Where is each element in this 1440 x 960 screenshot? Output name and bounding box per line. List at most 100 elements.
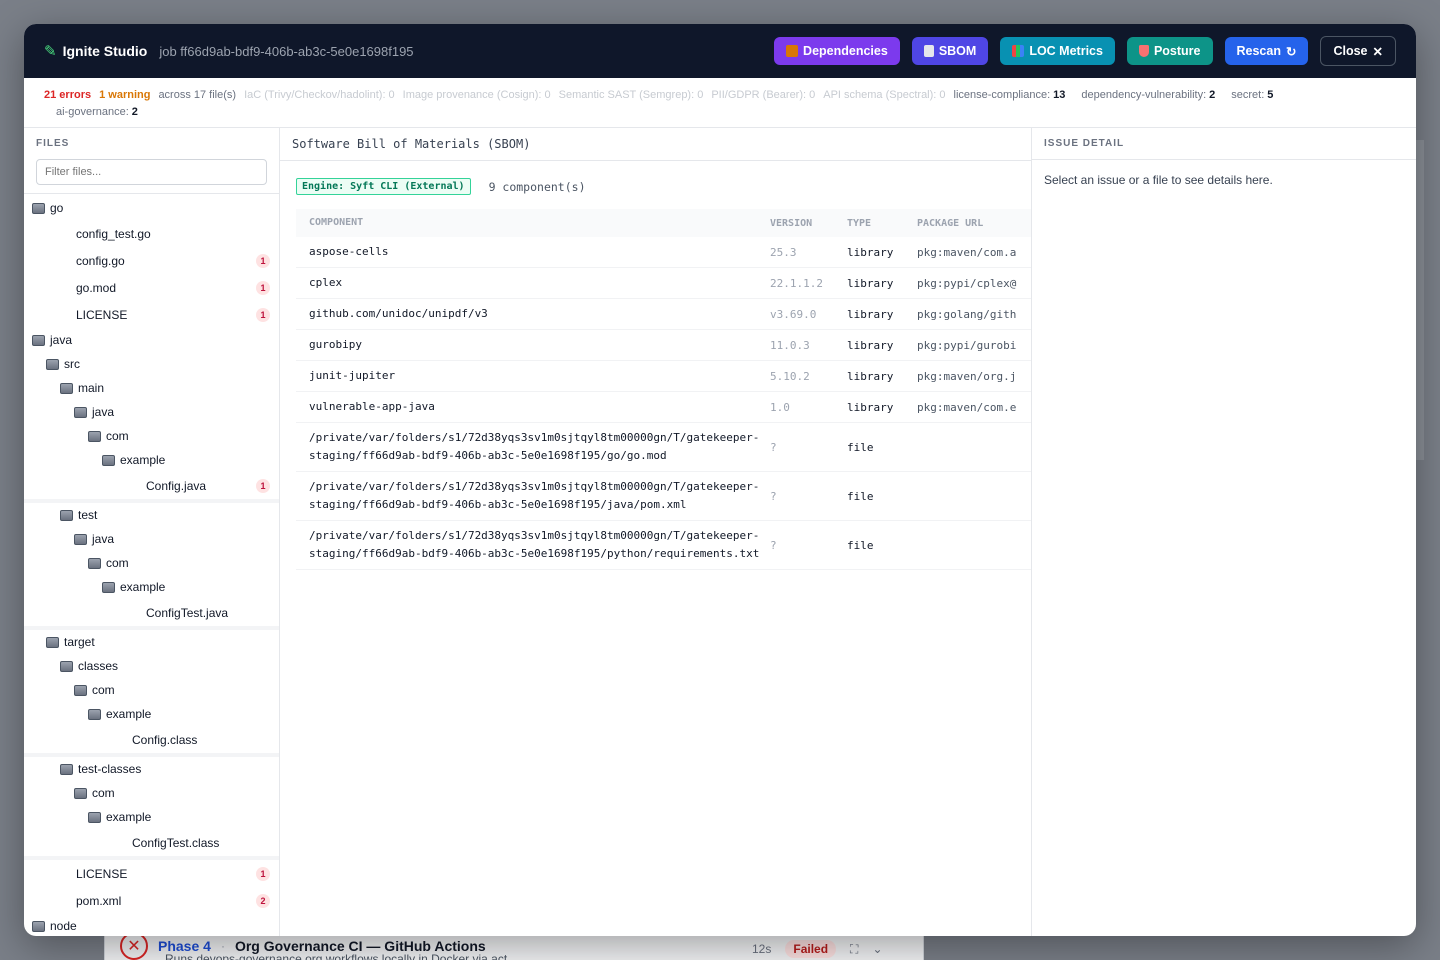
tree-folder[interactable]: main	[24, 376, 279, 400]
tree-file[interactable]: LICENSE 1	[24, 301, 279, 328]
refresh-icon: ↻	[1285, 44, 1297, 59]
tree-folder[interactable]: java	[24, 527, 279, 551]
tree-folder[interactable]: node	[24, 914, 279, 936]
tree-item-label: com	[92, 786, 115, 800]
issue-summary-bar: 21 errors 1 warning across 17 file(s) IaC (…	[24, 78, 1416, 128]
tree-item-label: target	[64, 635, 95, 649]
tree-folder[interactable]: com	[24, 781, 279, 805]
tree-item-label: java	[92, 405, 115, 419]
bar-chart-icon	[1012, 45, 1025, 57]
cell-type: file	[847, 538, 874, 552]
table-row[interactable]: /private/var/folders/s1/72d38yqs3sv1m0sj…	[296, 472, 1031, 521]
table-row[interactable]: gurobipy 11.0.3 library pkg:pypi/gurobi	[296, 330, 1031, 361]
cell-type: library	[847, 338, 894, 352]
filter-files-input[interactable]	[36, 159, 267, 185]
tree-folder[interactable]: example	[24, 805, 279, 829]
sbom-button[interactable]: SBOM	[911, 37, 989, 65]
tree-folder[interactable]: src	[24, 352, 279, 376]
tree-file[interactable]: config_test.go	[24, 220, 279, 247]
loc-metrics-label: LOC Metrics	[1029, 44, 1103, 58]
table-row[interactable]: aspose-cells 25.3 library pkg:maven/com.a	[296, 237, 1031, 268]
folder-icon	[74, 406, 87, 418]
phase-separator: ·	[220, 939, 225, 953]
tree-file[interactable]: go.mod 1	[24, 274, 279, 301]
issue-count-badge: 1	[256, 478, 270, 493]
background-page-edge	[1416, 140, 1424, 460]
folder-icon	[88, 430, 101, 442]
table-row[interactable]: github.com/unidoc/unipdf/v3 v3.69.0 librar…	[296, 299, 1031, 330]
issue-count-badge: 2	[256, 893, 270, 908]
loc-metrics-button[interactable]: LOC Metrics	[1000, 37, 1115, 65]
tree-folder[interactable]: com	[24, 551, 279, 575]
tree-folder[interactable]: com	[24, 424, 279, 448]
cell-package-url: pkg:golang/gith	[917, 307, 1017, 321]
file-tree: go config_test.go config.go 1 go.mod 1 LICENSE…	[24, 193, 279, 936]
dependencies-button[interactable]: Dependencies	[774, 37, 900, 65]
column-type: TYPE	[847, 217, 872, 229]
tree-item-label: test-classes	[78, 762, 142, 776]
table-row[interactable]: junit-jupiter 5.10.2 library pkg:maven/org.…	[296, 361, 1031, 392]
provenance-count: Image provenance (Cosign): 0	[402, 89, 551, 101]
close-button[interactable]: Close ✕	[1320, 36, 1396, 66]
rescan-button[interactable]: Rescan ↻	[1224, 37, 1309, 65]
tree-file[interactable]: ConfigTest.java	[24, 599, 279, 626]
posture-button[interactable]: Posture	[1126, 37, 1213, 65]
tree-item-label: ConfigTest.java	[146, 605, 229, 620]
brush-icon: ✎	[44, 43, 57, 60]
cell-package-url: pkg:maven/org.j	[917, 369, 1017, 383]
folder-icon	[74, 787, 87, 799]
expand-icon[interactable]: ⛶	[850, 942, 858, 957]
tree-file[interactable]: Config.class	[24, 726, 279, 753]
shield-icon	[1138, 45, 1149, 57]
tree-folder[interactable]: java	[24, 328, 279, 352]
dependency-vulnerability-count: dependency-vulnerability: 2	[1081, 89, 1223, 101]
tree-folder[interactable]: target	[24, 630, 279, 654]
tree-file[interactable]: Config.java 1	[24, 472, 279, 499]
license-label: license-compliance:	[953, 89, 1051, 101]
panel-title: Software Bill of Materials (SBOM)	[280, 128, 1031, 161]
tree-folder[interactable]: example	[24, 448, 279, 472]
folder-icon	[46, 636, 59, 648]
aigov-value: 2	[131, 106, 138, 118]
tree-folder[interactable]: com	[24, 678, 279, 702]
tree-folder[interactable]: example	[24, 702, 279, 726]
table-row[interactable]: vulnerable-app-java 1.0 library pkg:maven/c…	[296, 392, 1031, 423]
tree-folder[interactable]: classes	[24, 654, 279, 678]
cell-version: 1.0	[770, 400, 790, 414]
issue-detail-heading: ISSUE DETAIL	[1032, 128, 1416, 160]
tree-folder[interactable]: java	[24, 400, 279, 424]
cell-version: v3.69.0	[770, 307, 817, 321]
chevron-down-icon[interactable]: ⌄	[872, 942, 882, 956]
cell-version: 25.3	[770, 245, 797, 259]
folder-icon	[60, 382, 73, 394]
cell-type: library	[847, 400, 894, 414]
tree-folder[interactable]: go	[24, 196, 279, 220]
sbom-label: SBOM	[938, 44, 977, 58]
cell-component: aspose-cells	[309, 245, 389, 258]
cell-version: 11.0.3	[770, 338, 810, 352]
tree-folder[interactable]: test-classes	[24, 757, 279, 781]
tree-folder[interactable]: test	[24, 503, 279, 527]
status-badge: Failed	[785, 940, 837, 958]
cell-type: file	[847, 489, 874, 503]
tree-folder[interactable]: example	[24, 575, 279, 599]
tree-item-label: Config.java	[146, 478, 207, 493]
ignite-studio-modal: ✎ Ignite Studio job ff66d9ab-bdf9-406b-a…	[24, 24, 1416, 936]
aigov-label: ai-governance:	[56, 106, 129, 118]
tree-file[interactable]: LICENSE 1	[24, 860, 279, 887]
table-body: aspose-cells 25.3 library pkg:maven/com.a cp…	[296, 237, 1031, 570]
tree-file[interactable]: pom.xml 2	[24, 887, 279, 914]
secret-label: secret:	[1231, 89, 1265, 101]
close-icon: ✕	[1372, 44, 1383, 59]
phase-status-area: 12s Failed ⛶ ⌄	[752, 940, 883, 958]
tree-file[interactable]: config.go 1	[24, 247, 279, 274]
warning-count: 1 warning	[99, 89, 151, 101]
table-row[interactable]: cplex 22.1.1.2 library pkg:pypi/cplex@	[296, 268, 1031, 299]
cell-component: cplex	[309, 276, 343, 289]
table-row[interactable]: /private/var/folders/s1/72d38yqs3sv1m0sj…	[296, 521, 1031, 570]
table-row[interactable]: /private/var/folders/s1/72d38yqs3sv1m0sj…	[296, 423, 1031, 472]
rescan-label: Rescan	[1236, 44, 1281, 58]
engine-badge: Engine: Syft CLI (External)	[296, 178, 471, 195]
tree-item-label: java	[50, 333, 73, 347]
tree-file[interactable]: ConfigTest.class	[24, 829, 279, 856]
